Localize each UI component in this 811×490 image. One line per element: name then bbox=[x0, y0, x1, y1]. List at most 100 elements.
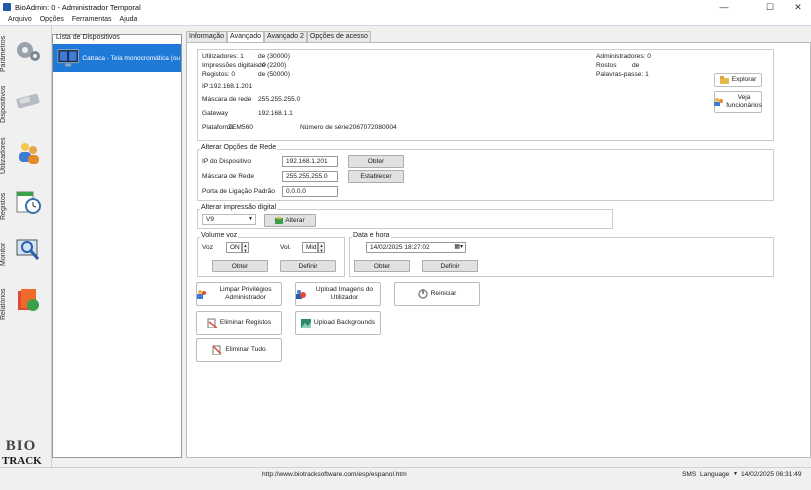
upload-imagens-button[interactable]: Upload Imagens do Utilizador bbox=[295, 282, 381, 306]
menu-opcoes[interactable]: Opções bbox=[40, 16, 64, 23]
mask-input[interactable]: 255.255.255.0 bbox=[282, 171, 338, 182]
sms-indicator: SMS bbox=[682, 471, 697, 478]
eliminar-tudo-button[interactable]: Eliminar Tudo bbox=[196, 338, 282, 362]
tab-bar: Informação Avançado Avançado 2 Opções de… bbox=[186, 31, 371, 43]
ip-input[interactable]: 192.168.1.201 bbox=[282, 156, 338, 167]
upload-backgrounds-button[interactable]: Upload Backgrounds bbox=[295, 311, 381, 335]
sidebar-item-label: Monitor bbox=[0, 242, 7, 266]
chevron-down-icon[interactable]: ▼ bbox=[733, 471, 738, 477]
gateway-value: 192.168.1.1 bbox=[258, 110, 293, 117]
tab-content: Utilizadores: 1 de (30000) Impressões di… bbox=[186, 42, 811, 458]
language-selector[interactable]: Language bbox=[700, 471, 729, 478]
minimize-button[interactable]: — bbox=[712, 0, 736, 14]
sidebar-item-label: Registos bbox=[0, 192, 7, 220]
sidebar-item-registos[interactable]: Registos bbox=[0, 180, 52, 230]
veja-label: Veja funcionários bbox=[726, 94, 762, 109]
device-list-item[interactable]: Catraca - Tela monocromática (ou se bbox=[53, 44, 181, 72]
serial-label: Número de série bbox=[300, 124, 349, 131]
gateway-port-label: Porta de Ligação Padrão bbox=[202, 188, 275, 195]
sidebar-item-label: Relatórios bbox=[0, 288, 7, 320]
serial-value: 2067072080004 bbox=[349, 124, 397, 131]
maximize-button[interactable]: ☐ bbox=[758, 0, 782, 14]
sidebar-item-dispositivos[interactable]: Dispositivos bbox=[0, 78, 52, 128]
edit-icon bbox=[275, 217, 284, 224]
reiniciar-button[interactable]: Reiniciar bbox=[394, 282, 480, 306]
menu-ajuda[interactable]: Ajuda bbox=[120, 16, 138, 23]
network-group-title: Alterar Opções de Rede bbox=[200, 144, 278, 151]
faces-capacity: de bbox=[632, 62, 640, 69]
device-list-header: Lista de Dispositivos bbox=[56, 34, 120, 41]
limpar-privilegios-button[interactable]: Limpar Privilégios Administrador bbox=[196, 282, 282, 306]
platform-value: ZEM560 bbox=[228, 124, 253, 131]
netmask-label: Máscara de rede bbox=[202, 96, 252, 103]
sidebar-item-parametros[interactable]: Parâmetros bbox=[0, 28, 52, 78]
vol-label: Vol. bbox=[280, 244, 291, 251]
voz-spinner[interactable]: ▲ ▼ bbox=[242, 242, 249, 253]
status-datetime: 14/02/2025 06:31:49 bbox=[741, 471, 802, 478]
monitor-device-icon bbox=[57, 49, 79, 67]
reports-icon bbox=[18, 289, 39, 311]
vol-spinner[interactable]: ▲ ▼ bbox=[318, 242, 325, 253]
gateway-input[interactable]: 0.0.0.0 bbox=[282, 186, 338, 197]
voz-value[interactable]: ON bbox=[226, 242, 242, 253]
datetime-value: 14/02/2025 18:27:02 bbox=[370, 244, 430, 251]
tab-opcoes-de-acesso[interactable]: Opções de acesso bbox=[306, 31, 371, 42]
sidebar-item-monitor[interactable]: Monitor bbox=[0, 228, 52, 278]
sidebar-item-label: Utilizadores bbox=[0, 137, 7, 175]
app-icon bbox=[3, 3, 11, 11]
sidebar-item-label: Parâmetros bbox=[0, 35, 7, 73]
sidebar-item-label: Dispositivos bbox=[0, 85, 7, 123]
clock-icon bbox=[16, 191, 41, 214]
volume-obter-button[interactable]: Obter bbox=[212, 260, 268, 272]
fingerprint-algorithm-value: V9 bbox=[206, 216, 214, 223]
alterar-button[interactable]: Alterar bbox=[264, 214, 316, 227]
menu-arquivo[interactable]: Arquivo bbox=[8, 16, 32, 23]
datetime-obter-button[interactable]: Obter bbox=[354, 260, 410, 272]
network-options-group: IP do Dispositivo 192.168.1.201 Máscara … bbox=[197, 149, 774, 201]
eliminar-tudo-label: Eliminar Tudo bbox=[225, 346, 266, 354]
volume-definir-button[interactable]: Definir bbox=[280, 260, 336, 272]
veja-funcionarios-button[interactable]: Veja funcionários bbox=[714, 91, 762, 113]
status-url-link[interactable]: http://www.biotracksoftware.com/esp/espa… bbox=[262, 471, 407, 478]
alterar-label: Alterar bbox=[285, 217, 305, 224]
device-list-panel bbox=[52, 34, 182, 458]
netmask-value: 255.255.255.0 bbox=[258, 96, 301, 103]
restart-icon bbox=[417, 289, 428, 299]
vol-value[interactable]: Mid bbox=[302, 242, 318, 253]
close-button[interactable]: ✕ bbox=[786, 0, 810, 14]
window-title: BioAdmin: 0 - Administrador Temporal bbox=[15, 2, 141, 12]
sidebar-item-utilizadores[interactable]: Utilizadores bbox=[0, 130, 52, 180]
fingerprint-algorithm-select[interactable]: V9 ▼ bbox=[202, 214, 256, 225]
logo-track-text: TRACK bbox=[2, 455, 42, 467]
datetime-group: 14/02/2025 18:27:02 ▦▾ Obter Definir bbox=[349, 237, 774, 277]
fingerprint-group-title: Alterar impressão digital bbox=[200, 204, 278, 211]
mask-label: Máscara de Rede bbox=[202, 173, 255, 180]
menu-ferramentas[interactable]: Ferramentas bbox=[72, 16, 112, 23]
devices-icon bbox=[16, 93, 40, 109]
network-establecer-button[interactable]: Establecer bbox=[348, 170, 404, 183]
explorar-label: Explorar bbox=[731, 76, 757, 84]
menu-bar: Arquivo Opções Ferramentas Ajuda bbox=[0, 14, 811, 26]
explore-icon bbox=[719, 76, 729, 84]
volume-group-title: Volume voz bbox=[200, 232, 239, 239]
datetime-picker[interactable]: 14/02/2025 18:27:02 ▦▾ bbox=[366, 242, 466, 253]
passwords-count: Palavras-passe: 1 bbox=[596, 71, 649, 78]
gears-icon bbox=[17, 42, 40, 61]
network-obter-button[interactable]: Obter bbox=[348, 155, 404, 168]
fingerprints-capacity: de (2200) bbox=[258, 62, 287, 69]
datetime-definir-button[interactable]: Definir bbox=[422, 260, 478, 272]
explorar-button[interactable]: Explorar bbox=[714, 73, 762, 87]
voice-volume-group: Voz ON ▲ ▼ Vol. Mid ▲ ▼ Obter Definir bbox=[197, 237, 345, 277]
records-count: Registos: 0 bbox=[202, 71, 235, 78]
fingerprints-count: Impressões digitais: 0 bbox=[202, 62, 266, 69]
logo-bio-text: BIO bbox=[5, 438, 37, 454]
people-icon bbox=[714, 98, 724, 106]
eliminar-registos-button[interactable]: Eliminar Registos bbox=[196, 311, 282, 335]
chevron-down-icon: ▼ bbox=[248, 216, 253, 222]
tab-informacao[interactable]: Informação bbox=[186, 31, 228, 42]
admins-count: Administradores: 0 bbox=[596, 53, 651, 60]
users-count: Utilizadores: 1 bbox=[202, 53, 244, 60]
tab-avancado-2[interactable]: Avançado 2 bbox=[264, 31, 307, 42]
eliminar-registos-label: Eliminar Registos bbox=[219, 319, 272, 327]
sidebar-item-relatorios[interactable]: Relatórios bbox=[0, 278, 52, 328]
